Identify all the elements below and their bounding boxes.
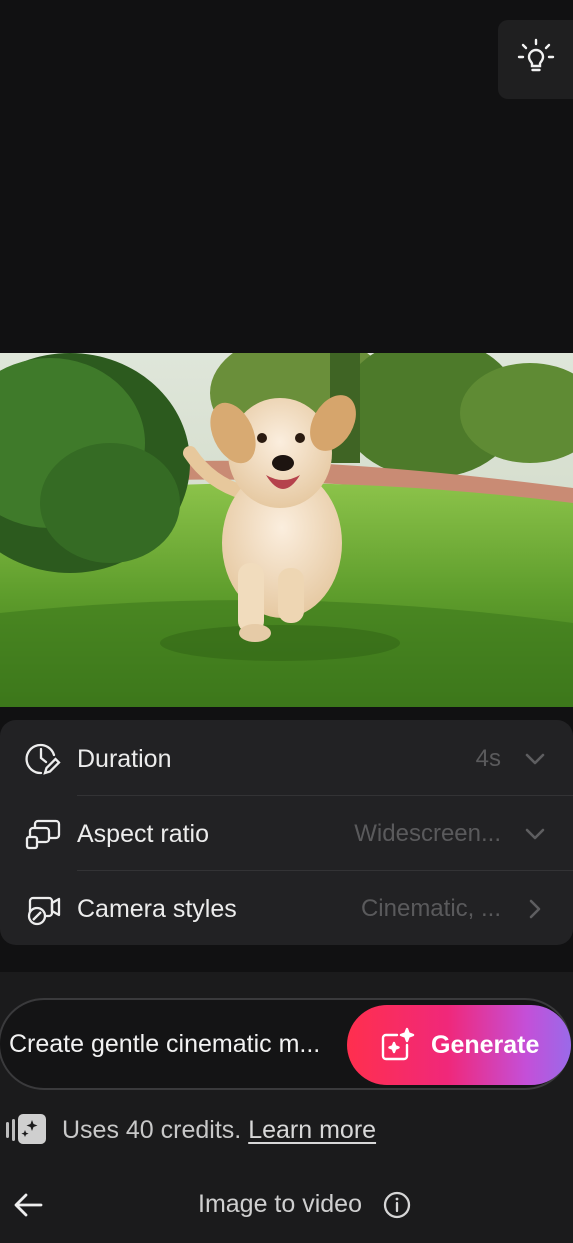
preview-top-area [0,0,573,353]
sparkle-image-icon [379,1027,415,1063]
camera-styles-icon [24,890,62,928]
chevron-down-icon [522,746,548,772]
info-icon[interactable] [382,1190,412,1220]
setting-row-camera-styles[interactable]: Camera styles Cinematic, ... [0,872,573,946]
divider [77,795,573,796]
dog-photo [0,353,573,707]
aspect-ratio-icon [24,815,62,853]
divider [77,870,573,871]
setting-value: 4s [475,745,501,772]
generation-settings-panel: Duration 4s Aspect ratio Widescreen... C… [0,720,573,945]
credits-icon [4,1112,48,1146]
setting-label: Camera styles [77,894,237,923]
setting-label: Aspect ratio [77,819,210,848]
clock-pen-icon [24,740,62,778]
learn-more-link[interactable]: Learn more [248,1116,376,1144]
credits-text: Uses 40 credits. Learn more [62,1116,376,1145]
setting-value: Cinematic, ... [360,895,501,922]
prompt-input[interactable]: Create gentle cinematic m... [9,1030,320,1059]
lightbulb-icon [516,37,556,82]
arrow-left-icon[interactable] [12,1188,46,1222]
page-title: Image to video [198,1190,362,1218]
generate-button[interactable]: Generate [347,1005,571,1085]
chevron-right-icon [522,896,548,922]
setting-label: Duration [77,744,172,773]
setting-row-duration[interactable]: Duration 4s [0,722,573,796]
source-image [0,353,573,707]
tips-button[interactable] [498,20,573,99]
setting-value: Widescreen... [354,820,501,847]
setting-row-aspect-ratio[interactable]: Aspect ratio Widescreen... [0,797,573,871]
generate-label: Generate [431,1030,540,1059]
credits-info: Uses 40 credits. Learn more [0,1110,573,1150]
credits-usage: Uses 40 credits. [62,1116,242,1144]
chevron-down-icon [522,821,548,847]
